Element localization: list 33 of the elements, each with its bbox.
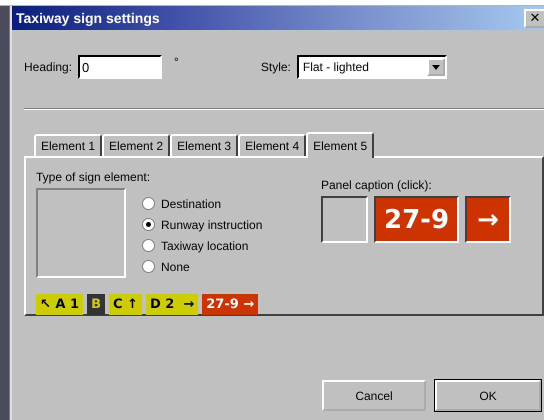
radio-label: Taxiway location — [161, 238, 248, 252]
radio-button[interactable] — [142, 239, 155, 252]
style-label: Style: — [260, 60, 291, 74]
degree-unit: ° — [174, 55, 179, 69]
sign-segment: C ↑ — [108, 294, 142, 315]
heading-label: Heading: — [24, 60, 72, 74]
sign-segment: D 2 → — [146, 294, 198, 315]
sign-segment: ↖ A 1 — [36, 294, 84, 315]
tab[interactable]: Element 2 — [102, 134, 170, 156]
radio-label: Destination — [161, 196, 222, 210]
tab[interactable]: Element 1 — [34, 134, 102, 156]
tab[interactable]: Element 4 — [238, 134, 306, 156]
dropdown-arrow-icon — [432, 64, 440, 70]
style-dropdown[interactable]: Flat - lighted — [296, 55, 447, 79]
radio-label: Runway instruction — [161, 218, 262, 232]
heading-field[interactable]: 0 — [78, 55, 162, 79]
cancel-button[interactable]: Cancel — [322, 380, 426, 411]
caption-label: Panel caption (click): — [321, 178, 433, 192]
empty-caption-panel[interactable] — [321, 196, 368, 243]
radio-button[interactable] — [142, 218, 155, 231]
sign-segment: B — [87, 294, 105, 315]
window-title: Taxiway sign settings — [16, 10, 160, 26]
radio-button[interactable] — [142, 260, 155, 273]
sign-segment: 27-9 → — [202, 294, 258, 315]
close-button[interactable]: ✕ — [524, 8, 544, 28]
radio-button[interactable] — [142, 197, 155, 210]
tab[interactable]: Element 5 — [306, 132, 374, 158]
caption-panel[interactable]: 27-9 — [374, 196, 460, 243]
ok-button[interactable]: OK — [435, 380, 541, 411]
tab[interactable]: Element 3 — [170, 134, 238, 156]
caption-panel[interactable]: → — [465, 196, 512, 243]
radio-label: None — [161, 260, 190, 274]
group-label: Type of sign element: — [36, 170, 152, 184]
